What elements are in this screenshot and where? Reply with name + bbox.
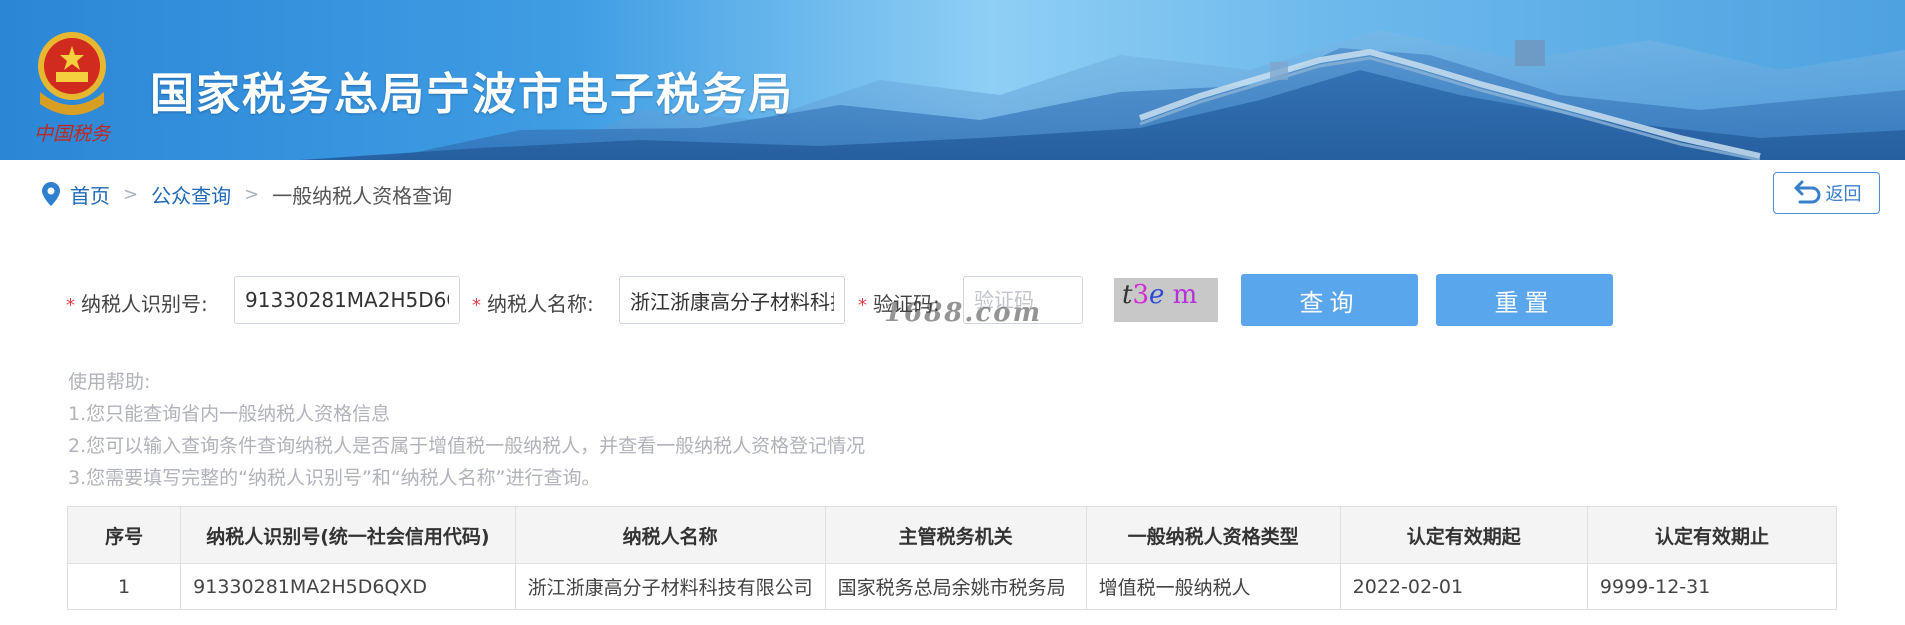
- captcha-char: m: [1172, 280, 1198, 310]
- cell-taxpayer-name: 浙江浙康高分子材料科技有限公司: [514, 563, 826, 610]
- captcha-char: e: [1149, 280, 1165, 310]
- help-line: 2.您可以输入查询条件查询纳税人是否属于增值税一般纳税人，并查看一般纳税人资格登…: [68, 435, 866, 457]
- table-row: 1 91330281MA2H5D6QXD 浙江浙康高分子材料科技有限公司 国家税…: [66, 563, 1838, 610]
- cell-index: 1: [66, 563, 182, 610]
- help-title: 使用帮助:: [68, 371, 151, 393]
- required-mark: *: [472, 295, 481, 316]
- column-header: 主管税务机关: [824, 506, 1087, 564]
- breadcrumb-separator: >: [123, 183, 139, 205]
- breadcrumb: 首页 > 公众查询 > 一般纳税人资格查询: [42, 178, 452, 210]
- location-pin-icon: [42, 182, 60, 206]
- return-arrow-icon: [1794, 180, 1820, 204]
- column-header: 纳税人识别号(统一社会信用代码): [180, 506, 516, 564]
- column-header: 一般纳税人资格类型: [1085, 506, 1341, 564]
- breadcrumb-current-page: 一般纳税人资格查询: [272, 183, 453, 208]
- cell-qualification-type: 增值税一般纳税人: [1085, 563, 1341, 610]
- cell-tax-authority: 国家税务总局余姚市税务局: [824, 563, 1087, 610]
- breadcrumb-public-query-link[interactable]: 公众查询: [151, 180, 231, 209]
- site-title: 国家税务总局宁波市电子税务局: [150, 69, 794, 120]
- usage-help: 使用帮助: 1.您只能查询省内一般纳税人资格信息 2.您可以输入查询条件查询纳税…: [68, 366, 865, 494]
- query-button[interactable]: 查询: [1241, 274, 1418, 326]
- back-button[interactable]: 返回: [1773, 172, 1880, 214]
- back-button-label: 返回: [1825, 184, 1862, 205]
- taxpayer-id-label: * 纳税人识别号:: [66, 292, 208, 316]
- results-table: 序号 纳税人识别号(统一社会信用代码) 纳税人名称 主管税务机关 一般纳税人资格…: [66, 506, 1838, 610]
- captcha-char: t: [1122, 280, 1133, 310]
- captcha-char: 3: [1132, 280, 1149, 310]
- required-mark: *: [66, 295, 75, 316]
- captcha-char: [1164, 280, 1172, 310]
- breadcrumb-home-link[interactable]: 首页: [70, 180, 110, 209]
- captcha-input[interactable]: [963, 276, 1083, 324]
- taxpayer-id-input[interactable]: [234, 276, 460, 324]
- taxpayer-name-label: * 纳税人名称:: [472, 292, 594, 316]
- required-mark: *: [858, 295, 867, 316]
- tax-emblem-logo: 中国税务: [26, 22, 118, 146]
- taxpayer-name-input[interactable]: [619, 276, 845, 324]
- column-header: 序号: [66, 506, 182, 564]
- breadcrumb-separator: >: [244, 183, 260, 205]
- header-banner: 中国税务 国家税务总局宁波市电子税务局: [0, 0, 1905, 160]
- column-header: 纳税人名称: [514, 506, 826, 564]
- emblem-text: 中国税务: [34, 123, 112, 145]
- cell-taxpayer-id: 91330281MA2H5D6QXD: [180, 563, 516, 610]
- cell-valid-from: 2022-02-01: [1339, 563, 1588, 610]
- cell-valid-to: 9999-12-31: [1586, 563, 1838, 610]
- help-line: 3.您需要填写完整的“纳税人识别号”和“纳税人名称”进行查询。: [68, 467, 601, 489]
- captcha-label: * 验证码:: [858, 292, 940, 316]
- table-header-row: 序号 纳税人识别号(统一社会信用代码) 纳税人名称 主管税务机关 一般纳税人资格…: [66, 506, 1838, 564]
- column-header: 认定有效期起: [1339, 506, 1588, 564]
- reset-button[interactable]: 重置: [1436, 274, 1613, 326]
- help-line: 1.您只能查询省内一般纳税人资格信息: [68, 403, 391, 425]
- column-header: 认定有效期止: [1586, 506, 1838, 564]
- captcha-image[interactable]: t3e m: [1114, 278, 1218, 322]
